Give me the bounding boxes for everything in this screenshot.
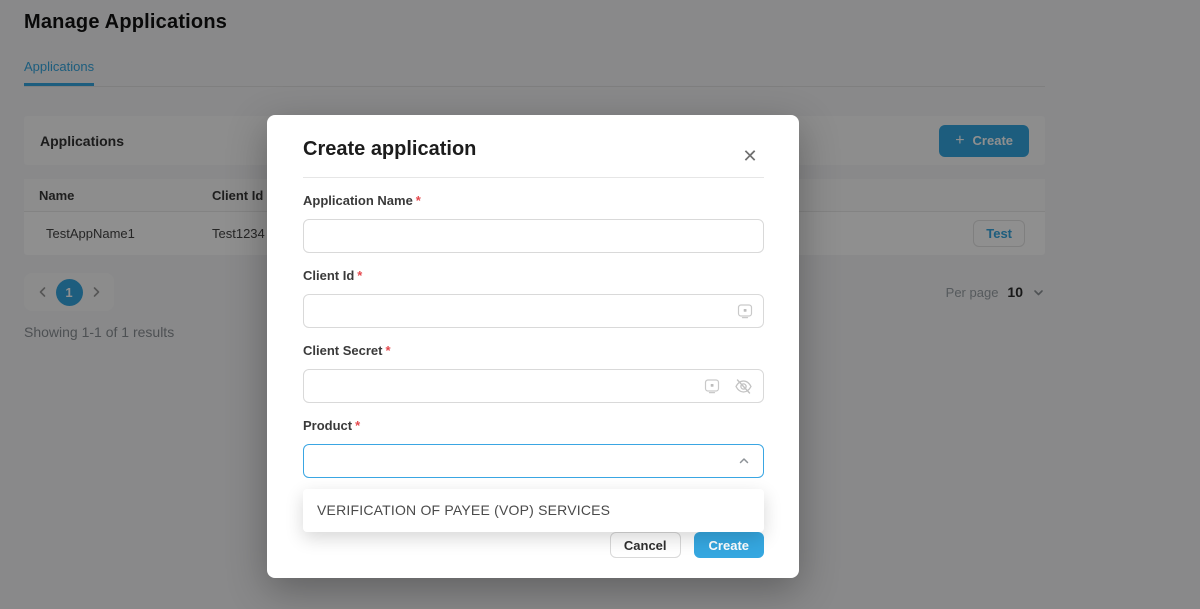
dropdown-option-vop-services[interactable]: VERIFICATION OF PAYEE (VOP) SERVICES (303, 489, 764, 532)
field-label: Product* (303, 418, 764, 438)
client-id-input[interactable] (303, 294, 764, 328)
field-label-text: Client Secret (303, 343, 382, 358)
field-application-name: Application Name* (303, 193, 764, 253)
field-label: Application Name* (303, 193, 764, 213)
modal-divider (303, 177, 764, 178)
input-wrap (303, 219, 764, 253)
field-label-text: Client Id (303, 268, 354, 283)
required-marker: * (355, 418, 360, 433)
input-adornments (737, 294, 753, 328)
field-label-text: Product (303, 418, 352, 433)
create-application-modal: Create application ✕ Application Name* C… (267, 115, 799, 578)
cancel-button[interactable]: Cancel (610, 532, 681, 558)
input-adornments (704, 369, 753, 403)
field-label: Client Secret* (303, 343, 764, 363)
application-name-input[interactable] (303, 219, 764, 253)
field-client-id: Client Id* (303, 268, 764, 328)
required-marker: * (385, 343, 390, 358)
input-wrap (303, 369, 764, 403)
close-icon[interactable]: ✕ (741, 147, 759, 165)
required-marker: * (357, 268, 362, 283)
field-label: Client Id* (303, 268, 764, 288)
required-marker: * (416, 193, 421, 208)
product-select[interactable] (303, 444, 764, 478)
chevron-up-icon (737, 454, 751, 468)
field-label-text: Application Name (303, 193, 413, 208)
modal-create-button[interactable]: Create (694, 532, 764, 558)
square-dot-icon[interactable] (737, 303, 753, 319)
modal-footer: Cancel Create (610, 532, 764, 558)
square-dot-icon[interactable] (704, 378, 720, 394)
field-client-secret: Client Secret* (303, 343, 764, 403)
product-dropdown-menu: VERIFICATION OF PAYEE (VOP) SERVICES (303, 489, 764, 532)
eye-off-icon[interactable] (734, 377, 753, 396)
modal-title: Create application (303, 138, 764, 161)
field-product: Product* (303, 418, 764, 478)
client-secret-input[interactable] (303, 369, 764, 403)
input-wrap (303, 294, 764, 328)
